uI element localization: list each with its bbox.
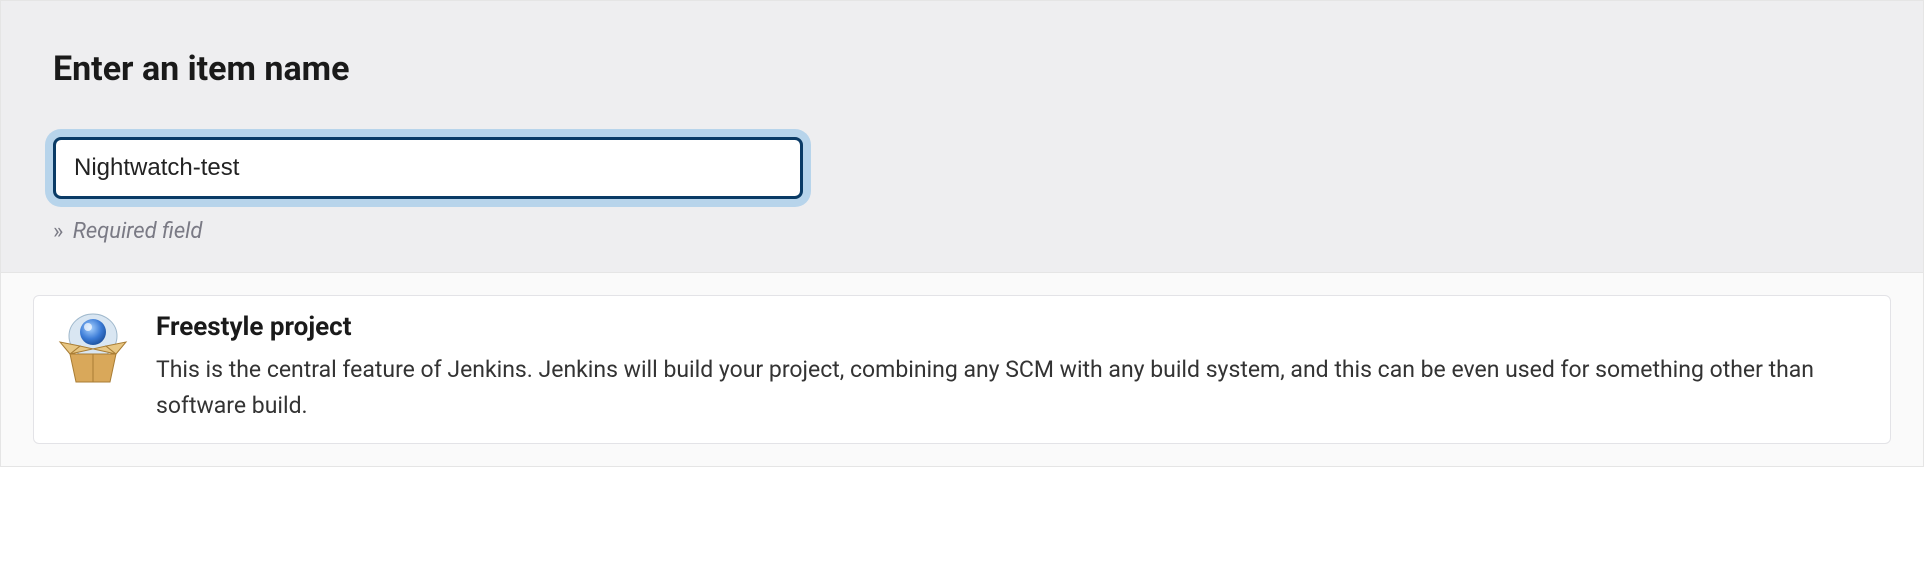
item-name-input[interactable] <box>53 137 803 199</box>
required-field-hint: » Required field <box>53 219 1871 244</box>
new-item-panel: Enter an item name » Required field <box>0 0 1924 467</box>
item-type-description: This is the central feature of Jenkins. … <box>156 352 1868 423</box>
freestyle-project-icon <box>56 312 130 386</box>
hint-arrows-icon: » <box>53 219 61 244</box>
item-type-freestyle-project[interactable]: Freestyle project This is the central fe… <box>33 295 1891 444</box>
hint-text: Required field <box>73 219 203 244</box>
item-name-input-wrap <box>53 137 803 199</box>
item-type-title: Freestyle project <box>156 312 1868 342</box>
name-entry-section: Enter an item name » Required field <box>1 1 1923 273</box>
page-title: Enter an item name <box>53 49 1871 89</box>
item-type-body: Freestyle project This is the central fe… <box>156 312 1868 423</box>
item-type-list: Freestyle project This is the central fe… <box>1 273 1923 466</box>
